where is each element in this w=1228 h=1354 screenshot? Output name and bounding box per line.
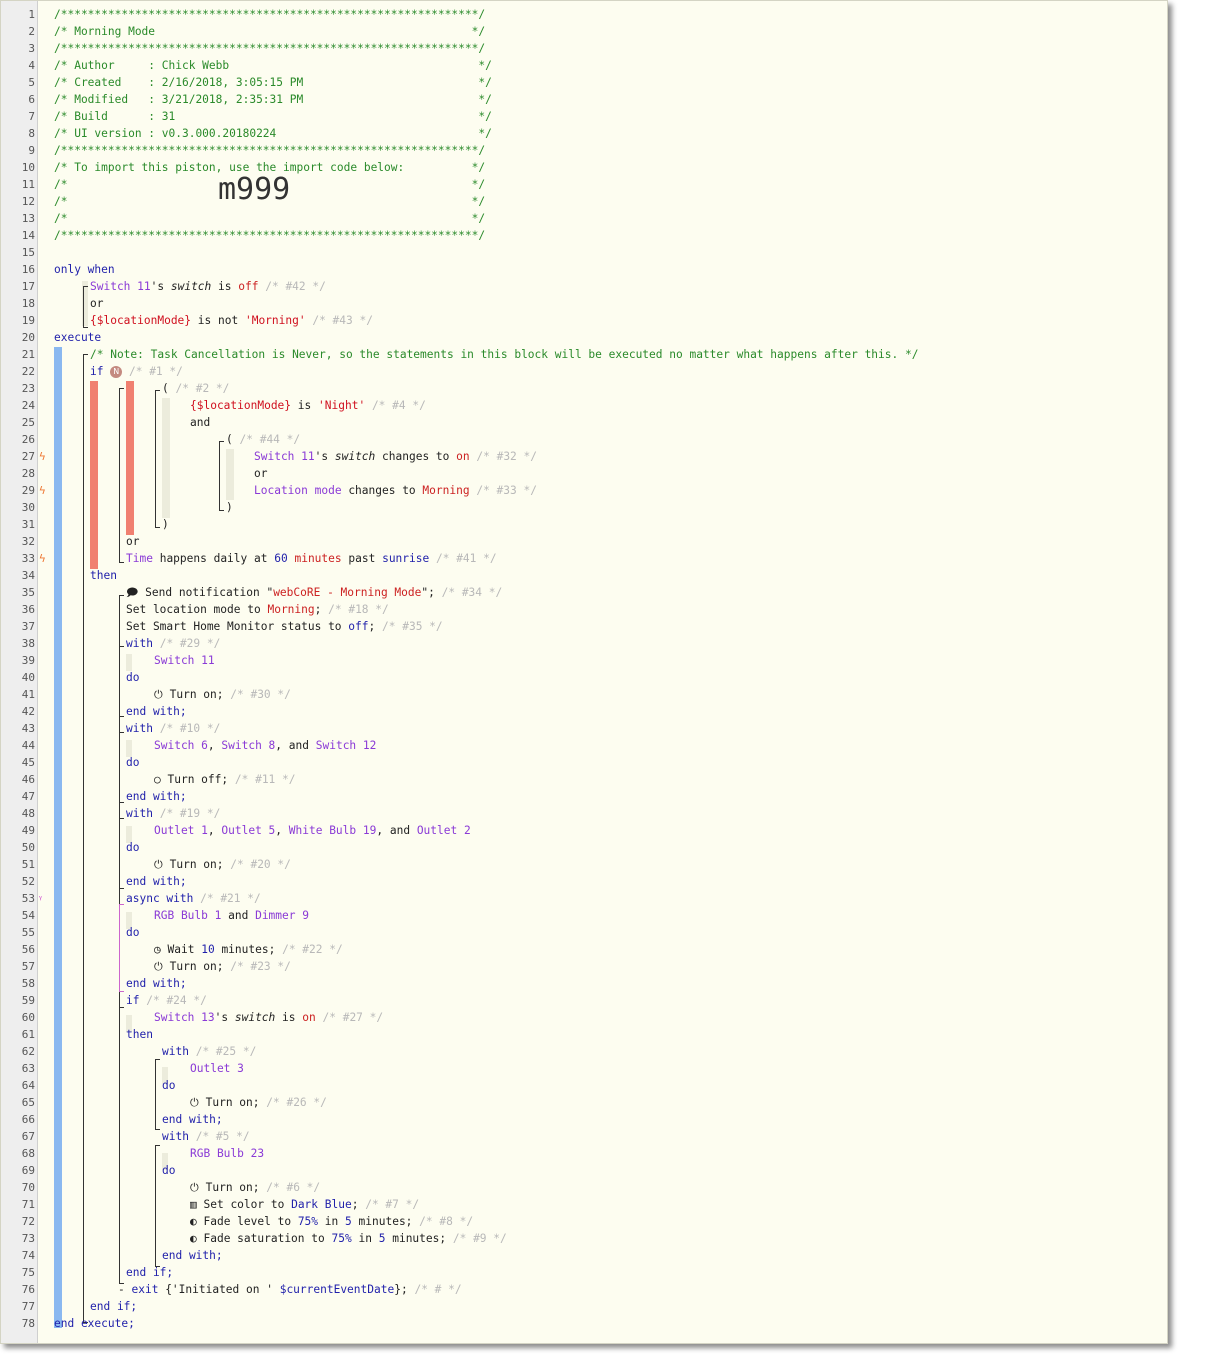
code-line: 28 or (21, 467, 268, 480)
trigger-41[interactable]: 33 ϟ Time happens daily at 60 minutes past… (1, 550, 1167, 567)
code-line: 4/* Author : Chick Webb */ (28, 59, 492, 72)
statement-30[interactable]: 41 ⏻ Turn on; /* #30 */ (1, 686, 1167, 703)
clock-icon: ◷ (154, 943, 161, 956)
power-icon: ⏻ (190, 1096, 199, 1109)
statement-34[interactable]: 35 🗩 Send notification "webCoRE - Morning… (1, 584, 1167, 601)
exit-statement[interactable]: 76- exit {'Initiated on ' $currentEventD… (1, 1281, 1167, 1298)
lightning-bolt-icon: ϟ (39, 484, 46, 497)
code-line: 8/* UI version : v0.3.000.20180224 */ (28, 127, 492, 140)
condition-43[interactable]: 19 {$locationMode} is not 'Morning' /* #4… (1, 312, 1167, 329)
statement-7[interactable]: 71 ▥ Set color to Dark Blue; /* #7 */ (1, 1196, 1167, 1213)
toggle-icon: ◐ (190, 1215, 197, 1228)
code-line: 68 RGB Bulb 23 (21, 1147, 265, 1160)
code-line: 49 Outlet 1, Outlet 5, White Bulb 19, and… (21, 824, 471, 837)
trigger-33[interactable]: 29 ϟ Location mode changes to Morning /* #… (1, 482, 1167, 499)
code-line: 2/* Morning Mode */ (28, 25, 486, 38)
code-line: 47 end with; (21, 790, 187, 803)
code-line: 18 or (21, 297, 104, 310)
code-line: 63 Outlet 3 (21, 1062, 244, 1075)
code-line: 1/**************************************… (28, 8, 486, 21)
statement-35[interactable]: 37 Set Smart Home Monitor status to off; … (1, 618, 1167, 635)
power-icon: ⏻ (190, 1181, 199, 1194)
never-cancel-badge: N (110, 366, 123, 378)
code-line: 42 end with; (21, 705, 187, 718)
with-10[interactable]: 43 with /* #10 */ (1, 720, 1167, 737)
with-5[interactable]: 67 with /* #5 */ (1, 1128, 1167, 1145)
condition-4[interactable]: 24 {$locationMode} is 'Night' /* #4 */ (1, 397, 1167, 414)
trigger-32[interactable]: 27 ϟ Switch 11's switch changes to on /* #… (1, 448, 1167, 465)
code-line: 25 and (21, 416, 211, 429)
async-fork-icon: ᵞ (39, 892, 42, 905)
statement-9[interactable]: 73 ◐ Fade saturation to 75% in 5 minutes;… (1, 1230, 1167, 1247)
code-line: 34 then (21, 569, 117, 582)
statement-11[interactable]: 46 ○ Turn off; /* #11 */ (1, 771, 1167, 788)
code-line: 75 end if; (21, 1266, 174, 1279)
statement-22[interactable]: 56 ◷ Wait 10 minutes; /* #22 */ (1, 941, 1167, 958)
code-line: 13/* */ (21, 212, 486, 225)
code-line: 50 do (21, 841, 140, 854)
code-line: 12/* */m999 (21, 172, 486, 209)
code-line: 10/* To import this piston, use the impo… (21, 161, 486, 174)
power-icon: ⏻ (154, 858, 163, 871)
piston-editor: 1/**************************************… (0, 0, 1168, 1344)
statement-26[interactable]: 65 ⏻ Turn on; /* #26 */ (1, 1094, 1167, 1111)
code-line: 5/* Created : 2/16/2018, 3:05:15 PM */ (28, 76, 492, 89)
code-line: 11/* */ (21, 178, 486, 191)
code-line: 58 end with; (21, 977, 187, 990)
code-line: 3/**************************************… (28, 42, 486, 55)
async-with-21[interactable]: 53 ᵞ async with /* #21 */ (1, 890, 1167, 907)
code-line: 9/**************************************… (28, 144, 486, 157)
execute-keyword[interactable]: execute (54, 329, 101, 346)
if-statement-24[interactable]: 59 if /* #24 */ (1, 992, 1167, 1009)
statement-20[interactable]: 51 ⏻ Turn on; /* #20 */ (1, 856, 1167, 873)
group-2[interactable]: 23( /* #2 */ (1, 380, 1167, 397)
statement-6[interactable]: 70 ⏻ Turn on; /* #6 */ (1, 1179, 1167, 1196)
with-29[interactable]: 38 with /* #29 */ (1, 635, 1167, 652)
code-line: 15 (21, 246, 35, 259)
statement-8[interactable]: 72 ◐ Fade level to 75% in 5 minutes; /* #… (1, 1213, 1167, 1230)
code-line: 64 do (21, 1079, 176, 1092)
code-line: 21/* Note: Task Cancellation is Never, s… (21, 348, 919, 361)
code-line: 77 end if; (21, 1300, 138, 1313)
only-when-keyword[interactable]: only when (54, 261, 115, 278)
code-line: 14/*************************************… (21, 229, 486, 242)
code-line: 61 then (21, 1028, 153, 1041)
condition-27[interactable]: 60 Switch 13's switch is on /* #27 */ (1, 1009, 1167, 1026)
code-line: 7/* Build : 31 */ (28, 110, 492, 123)
code-line: 52 end with; (21, 875, 187, 888)
code-line: 40 do (21, 671, 140, 684)
toggle-icon: ◐ (190, 1232, 197, 1245)
chat-bubble-icon: 🗩 (126, 586, 139, 599)
lightning-bolt-icon: ϟ (39, 552, 46, 565)
code-line: 69 do (21, 1164, 176, 1177)
code-line: 32 or (21, 535, 140, 548)
code-line: 54 RGB Bulb 1 and Dimmer 9 (21, 909, 309, 922)
group-44[interactable]: 26( /* #44 */ (1, 431, 1167, 448)
with-25[interactable]: 62 with /* #25 */ (1, 1043, 1167, 1060)
code-line: 31) (21, 518, 169, 531)
condition-42[interactable]: 17 Switch 11's switch is off /* #42 */ (1, 278, 1167, 295)
if-statement-1[interactable]: 22 if N /* #1 */ (1, 363, 1167, 380)
power-icon: ⏻ (154, 960, 163, 973)
with-19[interactable]: 48 with /* #19 */ (1, 805, 1167, 822)
code-line: 55 do (21, 926, 140, 939)
barcode-icon: ▥ (190, 1198, 197, 1211)
code-line: 44 Switch 6, Switch 8, and Switch 12 (21, 739, 377, 752)
code-line: 74 end with; (21, 1249, 223, 1262)
code-line: 66 end with; (21, 1113, 223, 1126)
code-line: 45 do (21, 756, 140, 769)
code-line: 30) (21, 501, 233, 514)
statement-18[interactable]: 36 Set location mode to Morning; /* #18 *… (1, 601, 1167, 618)
statement-23[interactable]: 57 ⏻ Turn on; /* #23 */ (1, 958, 1167, 975)
lightning-bolt-icon: ϟ (39, 450, 46, 463)
code-line: 16 only when (21, 261, 115, 278)
power-off-icon: ○ (154, 773, 161, 786)
code-line: 39 Switch 11 (21, 654, 215, 667)
import-code[interactable]: m999 (218, 175, 290, 205)
code-line: 20 execute (21, 329, 102, 346)
code-line: 6/* Modified : 3/21/2018, 2:35:31 PM */ (28, 93, 492, 106)
power-icon: ⏻ (154, 688, 163, 701)
code-line: 78 end execute; (21, 1317, 135, 1330)
